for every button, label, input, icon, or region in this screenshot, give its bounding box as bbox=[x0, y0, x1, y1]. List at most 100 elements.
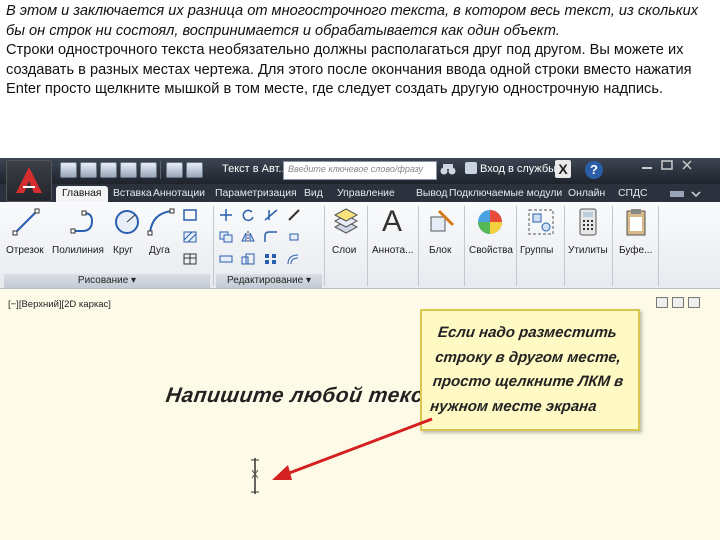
panel-divider bbox=[324, 206, 325, 286]
intro-text: В этом и заключается их разница от много… bbox=[6, 2, 712, 100]
block-icon bbox=[430, 209, 455, 232]
tab-parametric[interactable]: Параметризация bbox=[215, 186, 297, 202]
tab-online[interactable]: Онлайн bbox=[568, 186, 605, 202]
groups-label: Группы bbox=[520, 245, 554, 256]
table-icon[interactable] bbox=[182, 252, 198, 266]
viewport-controls[interactable]: [−][Верхний][2D каркас] bbox=[8, 299, 111, 310]
drawing-canvas[interactable]: [−][Верхний][2D каркас] Напишите любой т… bbox=[0, 289, 720, 540]
modify-panel-label: Редактирование bbox=[227, 275, 304, 286]
toolbar-divider bbox=[160, 161, 161, 179]
user-icon bbox=[465, 162, 477, 174]
redo-icon[interactable] bbox=[186, 162, 203, 178]
circle-tool[interactable]: Круг bbox=[112, 207, 142, 256]
trim-icon[interactable] bbox=[263, 208, 279, 222]
clipboard-tool[interactable]: Буфе... bbox=[618, 207, 654, 256]
polyline-tool[interactable]: Полилиния bbox=[52, 207, 110, 256]
save-icon[interactable] bbox=[100, 162, 117, 178]
document-title: Текст в Авт... bbox=[222, 163, 288, 175]
open-file-icon[interactable] bbox=[80, 162, 97, 178]
viewport-close-icon[interactable] bbox=[688, 297, 700, 308]
block-tool[interactable]: Блок bbox=[426, 207, 458, 256]
layers-tool[interactable]: Слои bbox=[330, 207, 362, 256]
offset-icon[interactable] bbox=[286, 252, 302, 266]
properties-tool[interactable]: Свойства bbox=[468, 207, 513, 256]
scale-icon[interactable] bbox=[240, 252, 256, 266]
circle-label: Круг bbox=[113, 245, 133, 256]
line-tool[interactable]: Отрезок bbox=[6, 207, 46, 256]
drawing-text: Напишите любой текст bbox=[164, 384, 445, 407]
color-wheel-icon bbox=[478, 210, 502, 234]
help-icon[interactable]: ? bbox=[585, 161, 603, 179]
move-icon[interactable] bbox=[218, 208, 234, 222]
layers-label: Слои bbox=[332, 245, 357, 256]
text-cursor-icon bbox=[251, 458, 259, 494]
modify-panel-title[interactable]: Редактирование ▾ bbox=[216, 274, 322, 288]
rotate-icon[interactable] bbox=[240, 208, 256, 222]
utilities-label: Утилиты bbox=[568, 245, 608, 256]
text-icon: A bbox=[381, 205, 402, 238]
maximize-icon[interactable] bbox=[660, 160, 674, 170]
hatch-icon[interactable] bbox=[182, 230, 198, 244]
polyline-label: Полилиния bbox=[52, 245, 104, 256]
properties-label: Свойства bbox=[469, 245, 513, 256]
calculator-icon bbox=[579, 208, 597, 236]
array-icon[interactable] bbox=[263, 252, 279, 266]
copy-icon[interactable] bbox=[218, 230, 234, 244]
draw-panel-label: Рисование bbox=[77, 275, 129, 286]
search-input[interactable]: Введите ключевое слово/фразу bbox=[283, 161, 437, 180]
panel-divider bbox=[516, 206, 517, 286]
panel-divider bbox=[564, 206, 565, 286]
tab-view[interactable]: Вид bbox=[304, 186, 323, 202]
tab-output[interactable]: Вывод bbox=[416, 186, 447, 202]
binoculars-icon[interactable] bbox=[440, 162, 456, 177]
annotation-tool[interactable]: A Аннота... bbox=[372, 205, 413, 257]
tab-spds[interactable]: СПДС bbox=[618, 186, 648, 202]
viewport-restore-icon[interactable] bbox=[672, 297, 684, 308]
application-menu-button[interactable] bbox=[6, 160, 52, 202]
utilities-tool[interactable]: Утилиты bbox=[568, 207, 608, 256]
new-file-icon[interactable] bbox=[60, 162, 77, 178]
fillet-icon[interactable] bbox=[263, 230, 279, 244]
autocad-logo-icon bbox=[16, 167, 42, 193]
intro-paragraph-2: Строки однострочного текста необязательн… bbox=[6, 42, 692, 98]
panel-divider bbox=[658, 206, 659, 286]
autocad-screenshot: Текст в Авт... Введите ключевое слово/фр… bbox=[0, 158, 720, 540]
callout-text: Если надо разместить строку в другом мес… bbox=[429, 324, 625, 415]
groups-icon bbox=[528, 209, 554, 235]
tab-home[interactable]: Главная bbox=[56, 186, 108, 202]
print-icon[interactable] bbox=[140, 162, 157, 178]
ribbon-options-icon[interactable] bbox=[668, 189, 708, 199]
draw-panel-title[interactable]: Рисование ▾ bbox=[4, 274, 210, 288]
panel-divider bbox=[213, 206, 214, 286]
close-window-icon[interactable] bbox=[680, 160, 694, 170]
erase-icon[interactable] bbox=[286, 208, 302, 222]
sign-in-services[interactable]: Вход в службы ▾ bbox=[465, 162, 565, 178]
arc-icon bbox=[147, 208, 175, 236]
explode-icon[interactable] bbox=[286, 230, 302, 244]
rectangle-icon[interactable] bbox=[182, 208, 198, 222]
exchange-icon[interactable]: X bbox=[555, 160, 571, 178]
tab-annotate[interactable]: Аннотации bbox=[153, 186, 205, 202]
line-icon bbox=[12, 208, 40, 236]
services-label: Вход в службы bbox=[480, 163, 557, 175]
viewport-minimize-icon[interactable] bbox=[656, 297, 668, 308]
clipboard-label: Буфе... bbox=[619, 245, 653, 256]
arc-tool[interactable]: Дуга bbox=[146, 207, 176, 256]
mirror-icon[interactable] bbox=[240, 230, 256, 244]
groups-tool[interactable]: Группы bbox=[520, 207, 560, 256]
circle-icon bbox=[115, 210, 139, 234]
stretch-icon[interactable] bbox=[218, 252, 234, 266]
line-label: Отрезок bbox=[6, 245, 44, 256]
callout-note: Если надо разместить строку в другом мес… bbox=[420, 309, 640, 431]
undo-icon[interactable] bbox=[166, 162, 183, 178]
minimize-icon[interactable] bbox=[640, 160, 654, 170]
panel-divider bbox=[612, 206, 613, 286]
red-arrow-icon bbox=[272, 417, 433, 480]
layers-icon bbox=[333, 208, 359, 234]
tab-plugins[interactable]: Подключаемые модули bbox=[449, 186, 562, 202]
tab-insert[interactable]: Вставка bbox=[113, 186, 152, 202]
panel-divider bbox=[367, 206, 368, 286]
save-as-icon[interactable] bbox=[120, 162, 137, 178]
clipboard-icon bbox=[626, 209, 646, 236]
tab-manage[interactable]: Управление bbox=[337, 186, 395, 202]
